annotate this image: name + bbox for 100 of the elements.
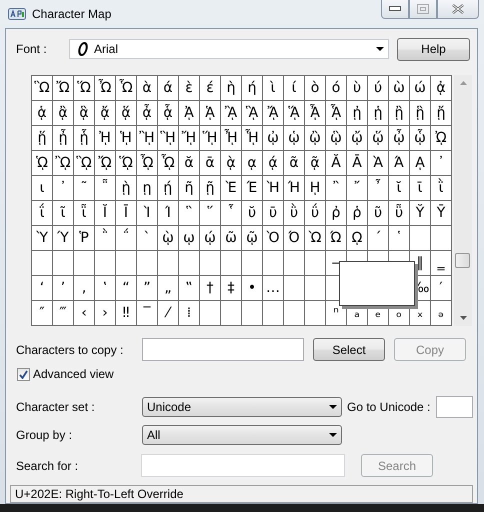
character-cell[interactable]: έ — [200, 76, 220, 100]
character-cell[interactable]: Έ — [242, 176, 262, 200]
character-cell[interactable]: ᾢ — [305, 126, 325, 150]
character-cell[interactable]: ᾕ — [32, 126, 52, 150]
character-cell[interactable]: ῾ — [389, 226, 409, 250]
character-cell[interactable]: ῟ — [221, 201, 241, 225]
character-cell[interactable]: ´ — [368, 226, 388, 250]
character-cell[interactable]: Ᾰ — [326, 151, 346, 175]
character-cell[interactable]: ᾑ — [368, 101, 388, 125]
character-cell[interactable]: ᾐ — [347, 101, 367, 125]
character-cell[interactable]: ᾉ — [200, 101, 220, 125]
character-cell[interactable]: ᾋ — [242, 101, 262, 125]
character-cell[interactable]: Ά — [389, 151, 409, 175]
character-cell[interactable]: ῲ — [158, 226, 178, 250]
character-cell[interactable]: ᾴ — [263, 151, 283, 175]
character-cell[interactable]: ᾂ — [53, 101, 73, 125]
character-cell[interactable]: ῢ — [284, 201, 304, 225]
character-cell[interactable]: Ᾱ — [347, 151, 367, 175]
character-cell[interactable]: ὺ — [347, 76, 367, 100]
character-cell[interactable]: ᾤ — [347, 126, 367, 150]
character-cell[interactable]: ῴ — [200, 226, 220, 250]
character-cell[interactable]: ῡ — [263, 201, 283, 225]
character-cell[interactable]: • — [242, 276, 262, 300]
character-cell[interactable]: ᾦ — [389, 126, 409, 150]
character-cell[interactable]: ᾎ — [305, 101, 325, 125]
character-cell[interactable]: ᾩ — [32, 151, 52, 175]
character-cell[interactable]: ᾱ — [200, 151, 220, 175]
character-cell[interactable]: ὰ — [137, 76, 157, 100]
character-cell[interactable]: ‗ — [431, 251, 451, 275]
character-cell[interactable]: ῝ — [179, 201, 199, 225]
character-cell[interactable]: ’ — [53, 276, 73, 300]
character-cell[interactable]: Ὺ — [32, 226, 52, 250]
character-cell[interactable]: ‼ — [116, 301, 136, 325]
character-cell[interactable]: ῼ — [347, 226, 367, 250]
character-cell[interactable]: Ή — [284, 176, 304, 200]
character-cell[interactable]: ‛ — [95, 276, 115, 300]
character-cell[interactable]: ₔ — [431, 301, 451, 325]
character-cell[interactable]: ᾒ — [389, 101, 409, 125]
character-cell[interactable]: ῃ — [137, 176, 157, 200]
character-cell[interactable]: ῗ — [74, 201, 94, 225]
character-cell[interactable]: ῆ — [179, 176, 199, 200]
character-cell[interactable]: Ῐ — [95, 201, 115, 225]
character-cell[interactable]: ᾥ — [368, 126, 388, 150]
character-cell[interactable]: ᾄ — [95, 101, 115, 125]
character-cell[interactable]: … — [263, 276, 283, 300]
character-cell[interactable]: ᾳ — [242, 151, 262, 175]
character-cell[interactable]: Ῑ — [116, 201, 136, 225]
character-cell[interactable]: Ὤ — [53, 76, 73, 100]
character-cell[interactable]: ‟ — [179, 276, 199, 300]
character-cell[interactable]: ΅ — [116, 226, 136, 250]
character-cell[interactable]: ᾲ — [221, 151, 241, 175]
character-cell[interactable]: ” — [137, 276, 157, 300]
character-cell[interactable]: ᾟ — [242, 126, 262, 150]
character-cell[interactable]: ὶ — [263, 76, 283, 100]
character-cell[interactable]: “ — [116, 276, 136, 300]
character-cell[interactable]: Ῠ — [410, 201, 430, 225]
character-cell[interactable]: ᾷ — [305, 151, 325, 175]
character-cell[interactable]: ᾮ — [137, 151, 157, 175]
character-cell[interactable]: ᾖ — [53, 126, 73, 150]
character-cell[interactable]: Ῥ — [74, 226, 94, 250]
character-cell[interactable]: Ὲ — [221, 176, 241, 200]
character-cell[interactable]: ῇ — [200, 176, 220, 200]
character-cell[interactable]: ῤ — [326, 201, 346, 225]
character-cell[interactable]: ᾊ — [221, 101, 241, 125]
character-cell[interactable]: ᾜ — [179, 126, 199, 150]
character-cell[interactable]: ⁿ — [326, 301, 346, 325]
character-cell[interactable]: ΐ — [32, 201, 52, 225]
character-cell[interactable]: Ὣ — [32, 76, 52, 100]
character-cell[interactable]: ί — [284, 76, 304, 100]
character-cell[interactable]: ῁ — [95, 176, 115, 200]
character-cell[interactable]: ᾆ — [137, 101, 157, 125]
character-cell[interactable]: ῭ — [95, 226, 115, 250]
character-cell[interactable]: ᾓ — [410, 101, 430, 125]
character-cell[interactable]: Ί — [158, 201, 178, 225]
character-cell[interactable]: ⁄ — [158, 301, 178, 325]
character-cell[interactable]: ῍ — [326, 176, 346, 200]
character-cell[interactable]: ῄ — [158, 176, 178, 200]
character-cell[interactable]: ῏ — [368, 176, 388, 200]
character-cell[interactable]: ᾝ — [200, 126, 220, 150]
character-cell[interactable]: Ώ — [326, 226, 346, 250]
character-cell[interactable]: ῒ — [431, 176, 451, 200]
character-cell[interactable]: Ὼ — [305, 226, 325, 250]
character-cell[interactable]: ᾙ — [116, 126, 136, 150]
character-cell[interactable]: ΰ — [305, 201, 325, 225]
character-cell[interactable]: ῦ — [368, 201, 388, 225]
character-cell[interactable]: ᾛ — [158, 126, 178, 150]
character-cell[interactable]: ″ — [32, 301, 52, 325]
character-cell[interactable]: ` — [137, 226, 157, 250]
character-cell[interactable]: ᾌ — [263, 101, 283, 125]
character-cell[interactable]: ῌ — [305, 176, 325, 200]
character-cell[interactable]: Ὥ — [74, 76, 94, 100]
character-cell[interactable]: ι — [32, 176, 52, 200]
character-cell[interactable]: ῂ — [116, 176, 136, 200]
character-cell[interactable]: ᾧ — [410, 126, 430, 150]
character-cell[interactable]: ᾅ — [116, 101, 136, 125]
help-button[interactable]: Help — [397, 38, 470, 60]
character-cell[interactable]: ά — [158, 76, 178, 100]
character-cell[interactable]: ὴ — [221, 76, 241, 100]
character-cell[interactable]: ᾍ — [284, 101, 304, 125]
character-cell[interactable]: ᾼ — [410, 151, 430, 175]
